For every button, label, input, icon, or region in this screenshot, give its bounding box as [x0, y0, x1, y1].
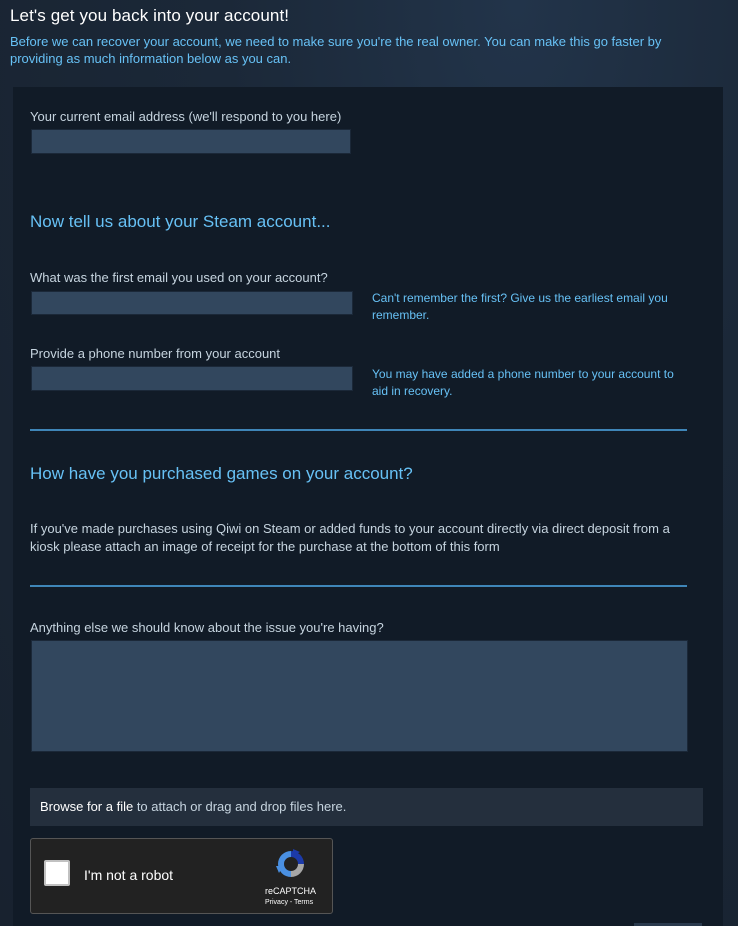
recaptcha-brand: reCAPTCHA: [265, 886, 317, 896]
first-email-label: What was the first email you used on you…: [30, 270, 328, 285]
recaptcha-privacy-terms[interactable]: Privacy - Terms: [265, 899, 313, 906]
browse-file-link[interactable]: Browse for a file: [40, 799, 133, 814]
recaptcha-checkbox[interactable]: [44, 860, 70, 886]
phone-label: Provide a phone number from your account: [30, 346, 281, 361]
current-email-input[interactable]: [31, 129, 351, 154]
intro-text: Before we can recover your account, we n…: [10, 34, 662, 66]
issue-label: Anything else we should know about the i…: [30, 620, 384, 635]
recaptcha-logo-icon: [276, 849, 304, 877]
dropzone-text: to attach or drag and drop files here.: [133, 799, 347, 814]
current-email-label: Your current email address (we'll respon…: [30, 109, 342, 124]
recaptcha-label: I'm not a robot: [84, 867, 174, 883]
file-dropzone[interactable]: Browse for a file to attach or drag and …: [30, 788, 703, 826]
purchases-section-heading: How have you purchased games on your acc…: [30, 464, 413, 483]
phone-input[interactable]: [31, 366, 353, 391]
first-email-input[interactable]: [31, 291, 353, 315]
phone-hint: You may have added a phone number to you…: [372, 367, 674, 398]
account-section-heading: Now tell us about your Steam account...: [30, 212, 331, 231]
section-divider: [30, 429, 687, 431]
purchases-description: If you've made purchases using Qiwi on S…: [30, 521, 670, 554]
section-divider: [30, 585, 687, 587]
issue-textarea[interactable]: [31, 640, 688, 752]
first-email-hint: Can't remember the first? Give us the ea…: [372, 291, 668, 322]
recaptcha-widget: I'm not a robot reCAPTCHA Privacy - Term…: [30, 838, 333, 914]
page-title: Let's get you back into your account!: [10, 6, 290, 25]
